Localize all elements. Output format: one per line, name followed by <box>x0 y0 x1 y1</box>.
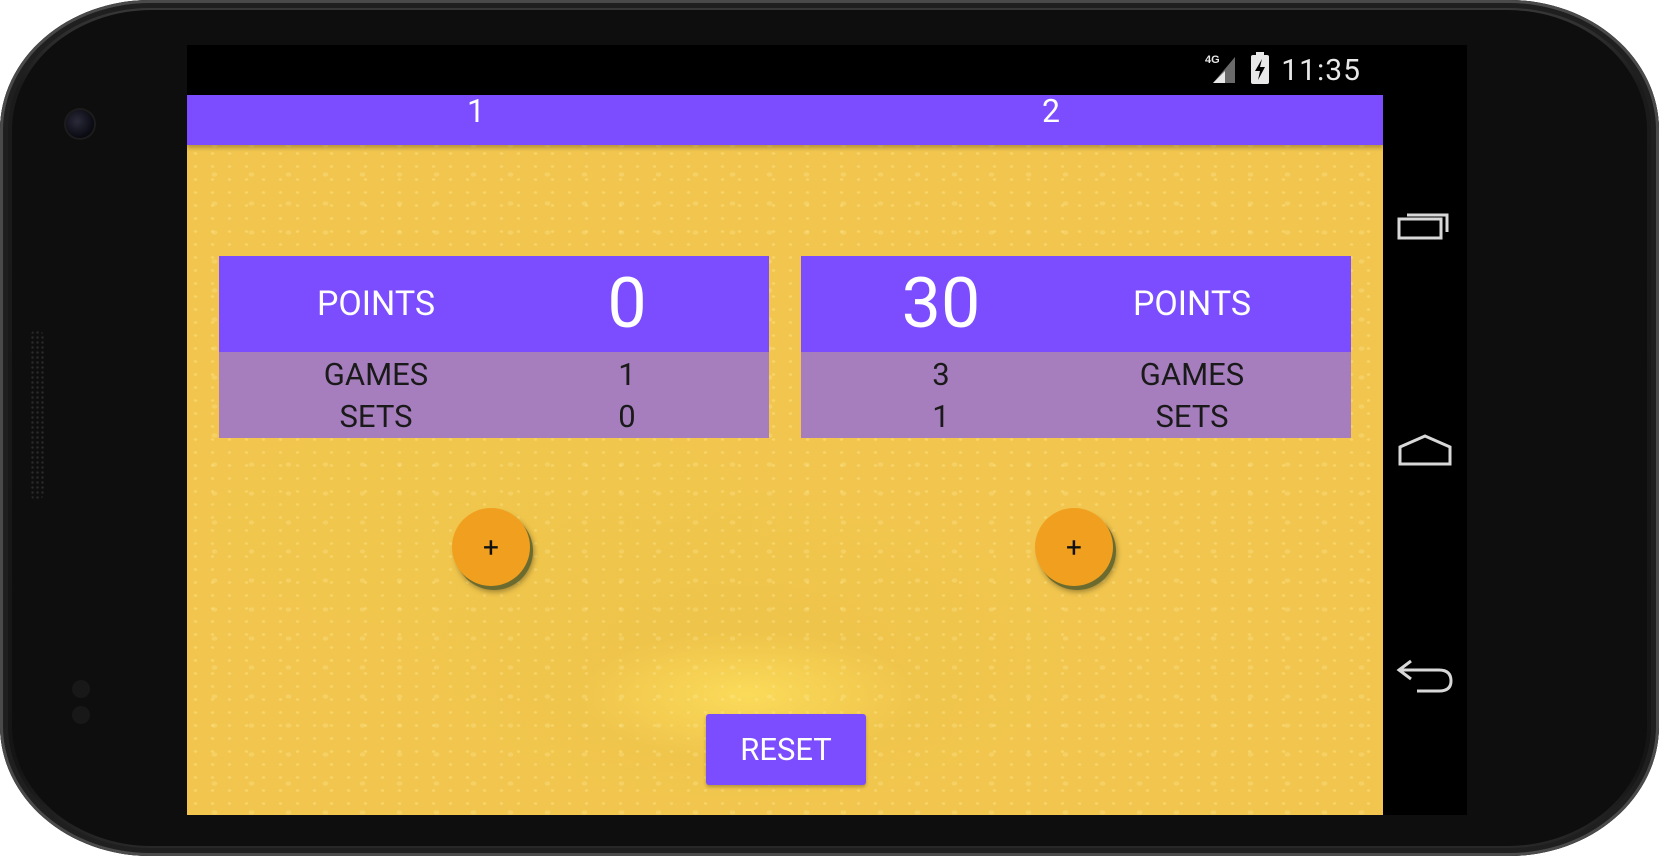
front-camera <box>66 110 94 138</box>
points-row: 30 POINTS <box>801 256 1351 352</box>
home-icon <box>1398 434 1452 466</box>
games-label: GAMES <box>323 356 429 393</box>
recent-apps-icon <box>1397 213 1449 240</box>
sets-value: 0 <box>618 398 636 435</box>
sensor-dot <box>72 706 90 724</box>
device-screen: 4G 11:35 1 2 POINTS 0 GAMES 1 SETS 0 30 … <box>187 45 1467 815</box>
reset-button[interactable]: RESET <box>706 714 866 785</box>
sensor-dot <box>72 680 90 698</box>
status-time: 11:35 <box>1281 52 1361 88</box>
navigation-bar <box>1383 45 1467 815</box>
team-header-bar: 1 2 <box>187 95 1383 145</box>
points-value: 0 <box>607 263 647 345</box>
team-1-label: 1 <box>467 95 485 130</box>
team-2-label: 2 <box>1042 95 1060 130</box>
points-row: POINTS 0 <box>219 256 769 352</box>
phone-frame: 4G 11:35 1 2 POINTS 0 GAMES 1 SETS 0 30 … <box>0 0 1659 856</box>
games-label: GAMES <box>1139 356 1245 393</box>
add-point-team-1-button[interactable]: + <box>452 508 530 586</box>
points-label: POINTS <box>316 284 436 324</box>
sets-value: 1 <box>932 398 950 435</box>
team-1-score-card: POINTS 0 GAMES 1 SETS 0 <box>219 256 769 438</box>
sets-label: SETS <box>1155 398 1229 435</box>
add-point-team-2-button[interactable]: + <box>1035 508 1113 586</box>
games-value: 1 <box>618 356 636 393</box>
background-image <box>187 95 1383 815</box>
speaker-grille <box>30 330 44 500</box>
team-2-score-card: 30 POINTS 3 GAMES 1 SETS <box>801 256 1351 438</box>
status-bar: 4G 11:35 <box>187 45 1383 95</box>
stats-rows: 3 GAMES 1 SETS <box>801 352 1351 438</box>
battery-charging-icon <box>1249 51 1271 89</box>
home-button[interactable] <box>1395 425 1455 475</box>
points-label: POINTS <box>1132 284 1252 324</box>
signal-4g-icon: 4G <box>1205 51 1239 89</box>
back-icon <box>1396 659 1453 693</box>
sets-label: SETS <box>339 398 413 435</box>
games-value: 3 <box>932 356 950 393</box>
back-button[interactable] <box>1395 650 1455 700</box>
points-value: 30 <box>901 263 981 345</box>
recent-apps-button[interactable] <box>1395 200 1455 250</box>
app-content: 1 2 POINTS 0 GAMES 1 SETS 0 30 POINTS 3 … <box>187 95 1383 815</box>
stats-rows: GAMES 1 SETS 0 <box>219 352 769 438</box>
svg-text:4G: 4G <box>1205 54 1220 66</box>
